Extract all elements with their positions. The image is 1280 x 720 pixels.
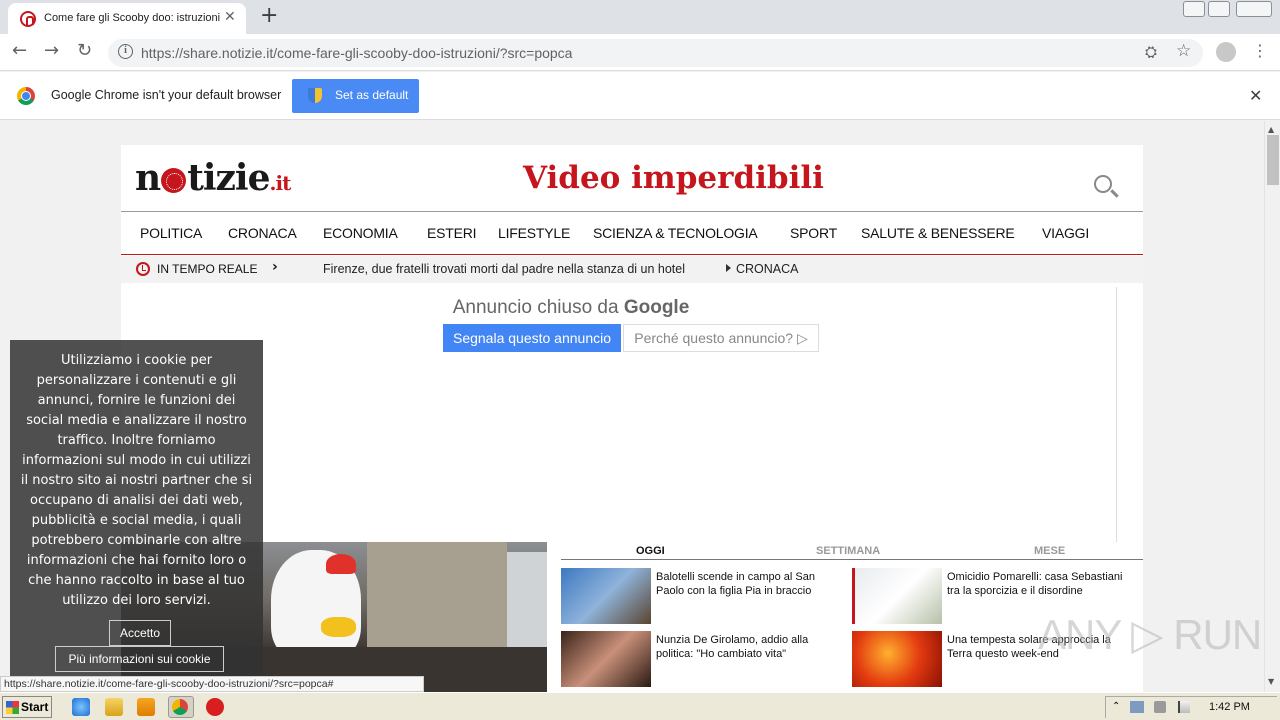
article-thumbnail[interactable] xyxy=(561,631,651,687)
default-browser-infobar: Google Chrome isn't your default browser… xyxy=(0,72,1280,120)
scroll-thumb[interactable] xyxy=(1267,135,1279,185)
chrome-logo-icon xyxy=(17,87,35,105)
action-center-flag-icon[interactable] xyxy=(1178,701,1190,713)
ticker-headline[interactable]: Firenze, due fratelli trovati morti dal … xyxy=(323,262,685,276)
article-title[interactable]: Omicidio Pomarelli: casa Sebastiani tra … xyxy=(947,570,1137,598)
video-frame-mascot-beak xyxy=(321,617,356,637)
article-title[interactable]: Nunzia De Girolamo, addio alla politica:… xyxy=(656,633,846,661)
nav-item-viaggi[interactable]: VIAGGI xyxy=(1042,225,1089,241)
tab-close-icon[interactable]: ✕ xyxy=(224,9,236,25)
google-brand: Google xyxy=(623,297,690,318)
ticker-category[interactable]: CRONACA xyxy=(736,262,799,276)
ad-closed-panel: Annuncio chiuso da Google Segnala questo… xyxy=(121,287,1143,367)
logo-letter-n: n xyxy=(135,157,161,199)
nav-item-cronaca[interactable]: CRONACA xyxy=(228,225,297,241)
taskbar-clock[interactable]: 1:42 PM xyxy=(1209,701,1250,713)
chrome-menu-icon[interactable]: ⋮ xyxy=(1252,41,1268,60)
tab-oggi[interactable]: OGGI xyxy=(636,545,665,557)
nav-item-salute-benessere[interactable]: SALUTE & BENESSERE xyxy=(861,225,1015,241)
nav-item-scienza-tecnologia[interactable]: SCIENZA & TECNOLOGIA xyxy=(593,225,758,241)
forward-icon[interactable]: → xyxy=(44,40,59,61)
windows-flag-icon xyxy=(6,701,19,714)
cookie-message: Utilizziamo i cookie per personalizzare … xyxy=(20,353,253,608)
bookmark-star-icon[interactable]: ☆ xyxy=(1176,41,1191,61)
search-icon[interactable] xyxy=(1094,175,1112,193)
tab-title: Come fare gli Scooby doo: istruzioni | xyxy=(44,12,222,24)
chevron-right-icon[interactable]: › xyxy=(272,259,278,275)
system-tray: ⌃ 1:42 PM xyxy=(1105,696,1277,718)
article-thumbnail[interactable] xyxy=(852,631,942,687)
new-tab-button[interactable]: + xyxy=(260,3,278,28)
scroll-up-icon[interactable]: ▲ xyxy=(1268,125,1274,134)
address-bar[interactable]: i https://share.notizie.it/come-fare-gli… xyxy=(108,39,1203,67)
nav-item-lifestyle[interactable]: LIFESTYLE xyxy=(498,225,570,241)
news-ticker: IN TEMPO REALE › Firenze, due fratelli t… xyxy=(121,256,1143,283)
trending-tabs: OGGI SETTIMANA MESE xyxy=(561,542,1143,560)
ticker-label[interactable]: IN TEMPO REALE xyxy=(157,262,257,276)
video-frame-mascot-comb xyxy=(326,554,356,574)
chrome-icon xyxy=(172,699,188,715)
logo-globe-icon xyxy=(161,168,187,193)
article-thumbnail[interactable] xyxy=(561,568,651,624)
site-favicon-icon xyxy=(20,11,36,27)
nav-item-sport[interactable]: SPORT xyxy=(790,225,837,241)
tab-mese[interactable]: MESE xyxy=(1034,545,1065,557)
triangle-right-icon xyxy=(726,264,731,272)
clock-icon xyxy=(136,262,150,276)
minimize-button[interactable] xyxy=(1183,1,1205,17)
vertical-scrollbar[interactable]: ▲ ▼ xyxy=(1264,121,1280,692)
back-icon[interactable]: ← xyxy=(12,40,27,61)
cookie-banner: Utilizziamo i cookie per personalizzare … xyxy=(10,340,263,680)
start-label: Start xyxy=(21,700,49,714)
nav-item-esteri[interactable]: ESTERI xyxy=(427,225,477,241)
page-headline: Video imperdibili xyxy=(523,160,824,196)
site-info-icon[interactable]: i xyxy=(118,44,133,59)
logo-tld: .it xyxy=(269,171,292,195)
volume-icon[interactable] xyxy=(1154,701,1166,713)
window-close-button[interactable] xyxy=(1236,1,1272,17)
media-player-icon[interactable] xyxy=(137,698,155,716)
category-nav: POLITICA CRONACA ECONOMIA ESTERI LIFESTY… xyxy=(121,211,1143,255)
tab-settimana[interactable]: SETTIMANA xyxy=(816,545,880,557)
article-title[interactable]: Balotelli scende in campo al San Paolo c… xyxy=(656,570,846,598)
set-as-default-label: Set as default xyxy=(335,88,409,102)
ad-closed-text: Annuncio chiuso da xyxy=(452,297,624,318)
browser-toolbar: ← → ↻ i https://share.notizie.it/come-fa… xyxy=(0,34,1280,71)
maximize-button[interactable] xyxy=(1208,1,1230,17)
why-this-ad-button[interactable]: Perché questo annuncio? ▷ xyxy=(623,324,819,352)
tab-strip: Come fare gli Scooby doo: istruzioni | ✕… xyxy=(0,0,1280,34)
start-button[interactable]: Start xyxy=(2,696,52,718)
video-frame-building xyxy=(367,542,507,652)
internet-explorer-icon[interactable] xyxy=(72,698,90,716)
article-thumbnail[interactable] xyxy=(852,568,942,624)
status-bubble-url: https://share.notizie.it/come-fare-gli-s… xyxy=(0,676,424,692)
tray-expand-icon[interactable]: ⌃ xyxy=(1112,701,1120,712)
report-ad-button[interactable]: Segnala questo annuncio xyxy=(443,324,621,352)
video-frame-building xyxy=(507,552,547,652)
browser-tab[interactable]: Come fare gli Scooby doo: istruzioni | ✕ xyxy=(8,3,246,34)
set-as-default-button[interactable]: Set as default xyxy=(292,79,419,113)
nav-item-politica[interactable]: POLITICA xyxy=(140,225,202,241)
infobar-close-icon[interactable]: ✕ xyxy=(1249,86,1262,105)
infobar-message: Google Chrome isn't your default browser xyxy=(51,88,282,102)
scroll-down-icon[interactable]: ▼ xyxy=(1268,677,1274,686)
opera-icon[interactable] xyxy=(206,698,224,716)
cookie-accept-button[interactable]: Accetto xyxy=(109,620,171,646)
uac-shield-icon xyxy=(308,88,322,103)
cookie-more-info-link[interactable]: Più informazioni sui cookie xyxy=(55,646,224,672)
network-icon[interactable] xyxy=(1130,701,1144,713)
profile-avatar-icon[interactable] xyxy=(1216,42,1236,62)
ad-closed-title: Annuncio chiuso da Google xyxy=(0,297,1142,319)
translate-icon[interactable]: ⛭ xyxy=(1145,43,1157,61)
logo-word: tizie xyxy=(187,157,270,199)
anyrun-watermark: ANY ▷ RUN xyxy=(1038,611,1262,658)
nav-item-economia[interactable]: ECONOMIA xyxy=(323,225,398,241)
windows-taskbar: Start ⌃ 1:42 PM xyxy=(0,692,1280,720)
reload-icon[interactable]: ↻ xyxy=(77,40,92,61)
site-logo[interactable]: n tizie.it xyxy=(135,157,292,199)
folder-icon[interactable] xyxy=(105,698,123,716)
url-text[interactable]: https://share.notizie.it/come-fare-gli-s… xyxy=(141,45,572,61)
